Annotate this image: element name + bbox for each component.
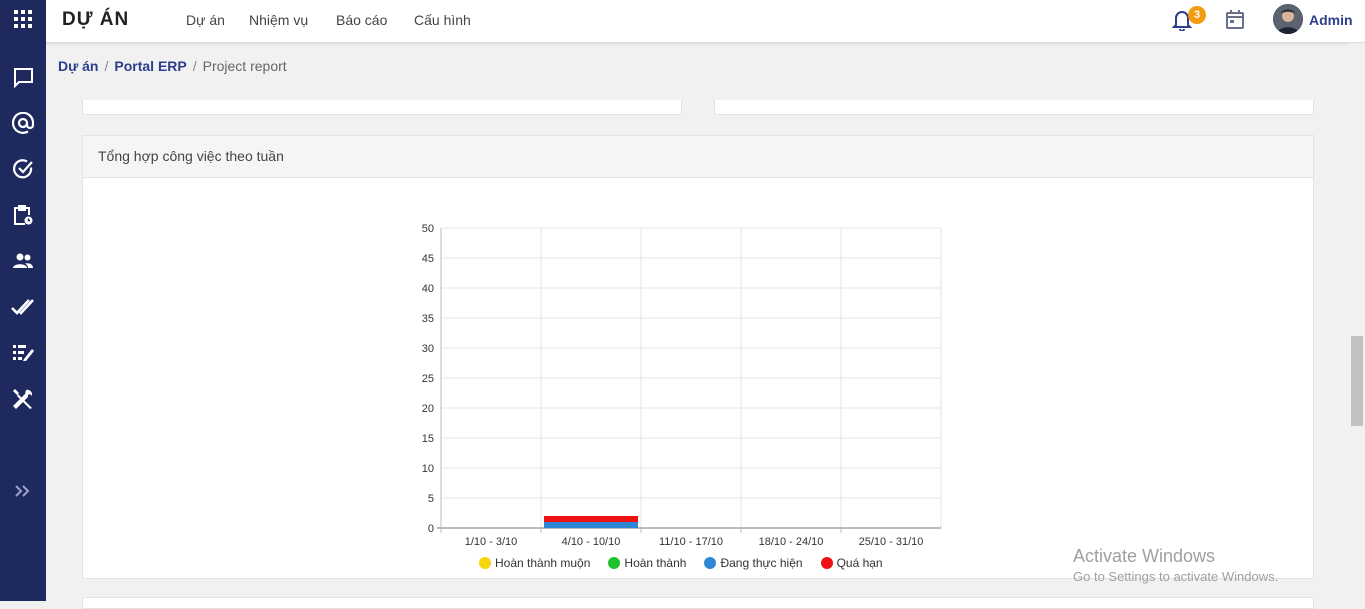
legend-item[interactable]: Đang thực hiện bbox=[704, 556, 803, 570]
check-circle-icon[interactable] bbox=[0, 152, 46, 186]
activation-watermark: Activate Windows Go to Settings to activ… bbox=[1073, 546, 1278, 584]
y-tick-label: 10 bbox=[422, 463, 434, 475]
breadcrumb-current: Project report bbox=[202, 58, 287, 74]
chart-legend: Hoàn thành muộn Hoàn thành Đang thực hiện Q… bbox=[479, 556, 883, 570]
notification-badge: 3 bbox=[1188, 6, 1206, 24]
tools-icon[interactable] bbox=[0, 382, 46, 416]
weekly-bar-chart: 0 5 10 15 20 25 30 35 40 45 50 1/10 - 3/10 4/10 - 10… bbox=[422, 223, 942, 548]
previous-card-left bbox=[82, 100, 682, 115]
scrollbar-track[interactable] bbox=[1349, 43, 1365, 601]
y-tick-label: 35 bbox=[422, 313, 434, 325]
next-card bbox=[82, 597, 1314, 609]
breadcrumb-du-an[interactable]: Dự án bbox=[58, 58, 98, 74]
legend-swatch bbox=[608, 557, 621, 569]
user-name[interactable]: Admin bbox=[1309, 12, 1353, 28]
watermark-subtitle: Go to Settings to activate Windows. bbox=[1073, 569, 1279, 584]
avatar[interactable] bbox=[1273, 4, 1303, 34]
y-tick-label: 0 bbox=[428, 523, 434, 535]
x-tick-label: 4/10 - 10/10 bbox=[562, 536, 621, 548]
legend-swatch bbox=[479, 557, 491, 569]
top-bar: DỰ ÁN Dự án Nhiệm vụ Báo cáo Cấu hình 3 … bbox=[46, 0, 1365, 43]
legend-item[interactable]: Hoàn thành muộn bbox=[479, 556, 590, 570]
y-tick-label: 40 bbox=[422, 283, 434, 295]
expand-chevrons-icon[interactable] bbox=[0, 474, 46, 508]
y-tick-label: 45 bbox=[422, 253, 434, 265]
legend-swatch bbox=[820, 557, 833, 569]
x-tick-label: 18/10 - 24/10 bbox=[759, 536, 824, 548]
legend-item[interactable]: Hoàn thành bbox=[608, 556, 686, 570]
breadcrumb-separator: / bbox=[104, 58, 109, 74]
nav-cau-hinh[interactable]: Cấu hình bbox=[414, 12, 471, 28]
legend-item[interactable]: Quá hạn bbox=[820, 556, 883, 570]
x-tick-label: 25/10 - 31/10 bbox=[859, 536, 924, 548]
legend-label: Đang thực hiện bbox=[720, 556, 803, 570]
people-icon[interactable] bbox=[0, 244, 46, 278]
y-tick-label: 20 bbox=[422, 403, 434, 415]
nav-du-an[interactable]: Dự án bbox=[186, 12, 225, 28]
y-tick-label: 25 bbox=[422, 373, 434, 385]
legend-label: Hoàn thành muộn bbox=[495, 556, 591, 570]
scrollbar-thumb[interactable] bbox=[1351, 336, 1363, 426]
y-tick-label: 30 bbox=[422, 343, 434, 355]
legend-swatch bbox=[704, 557, 717, 569]
y-tick-label: 5 bbox=[428, 493, 434, 505]
double-check-icon[interactable] bbox=[0, 290, 46, 324]
bar-segment bbox=[544, 522, 638, 528]
x-tick-label: 11/10 - 17/10 bbox=[659, 536, 723, 548]
breadcrumb-portal-erp[interactable]: Portal ERP bbox=[114, 58, 186, 74]
y-tick-label: 50 bbox=[422, 223, 434, 235]
breadcrumb: Dự án / Portal ERP / Project report bbox=[58, 58, 287, 74]
sidebar bbox=[0, 0, 46, 601]
checklist-icon[interactable] bbox=[0, 336, 46, 370]
chat-icon[interactable] bbox=[0, 60, 46, 94]
nav-nhiem-vu[interactable]: Nhiệm vụ bbox=[249, 12, 308, 28]
apps-grid-icon[interactable] bbox=[0, 2, 46, 36]
weekly-summary-card: Tổng hợp công việc theo tuần 0 5 10 15 20 25 3… bbox=[82, 135, 1314, 579]
breadcrumb-separator: / bbox=[192, 58, 197, 74]
nav-bao-cao[interactable]: Báo cáo bbox=[336, 12, 387, 28]
at-sign-icon[interactable] bbox=[0, 106, 46, 140]
calendar-icon[interactable] bbox=[1225, 9, 1245, 35]
clipboard-clock-icon[interactable] bbox=[0, 198, 46, 232]
watermark-title: Activate Windows bbox=[1073, 546, 1216, 566]
previous-card-right bbox=[714, 100, 1314, 115]
y-tick-label: 15 bbox=[422, 433, 434, 445]
x-tick-label: 1/10 - 3/10 bbox=[465, 536, 518, 548]
legend-label: Hoàn thành bbox=[624, 556, 687, 570]
app-title: DỰ ÁN bbox=[62, 9, 130, 30]
legend-label: Quá hạn bbox=[836, 556, 883, 570]
bar-segment bbox=[544, 516, 638, 522]
